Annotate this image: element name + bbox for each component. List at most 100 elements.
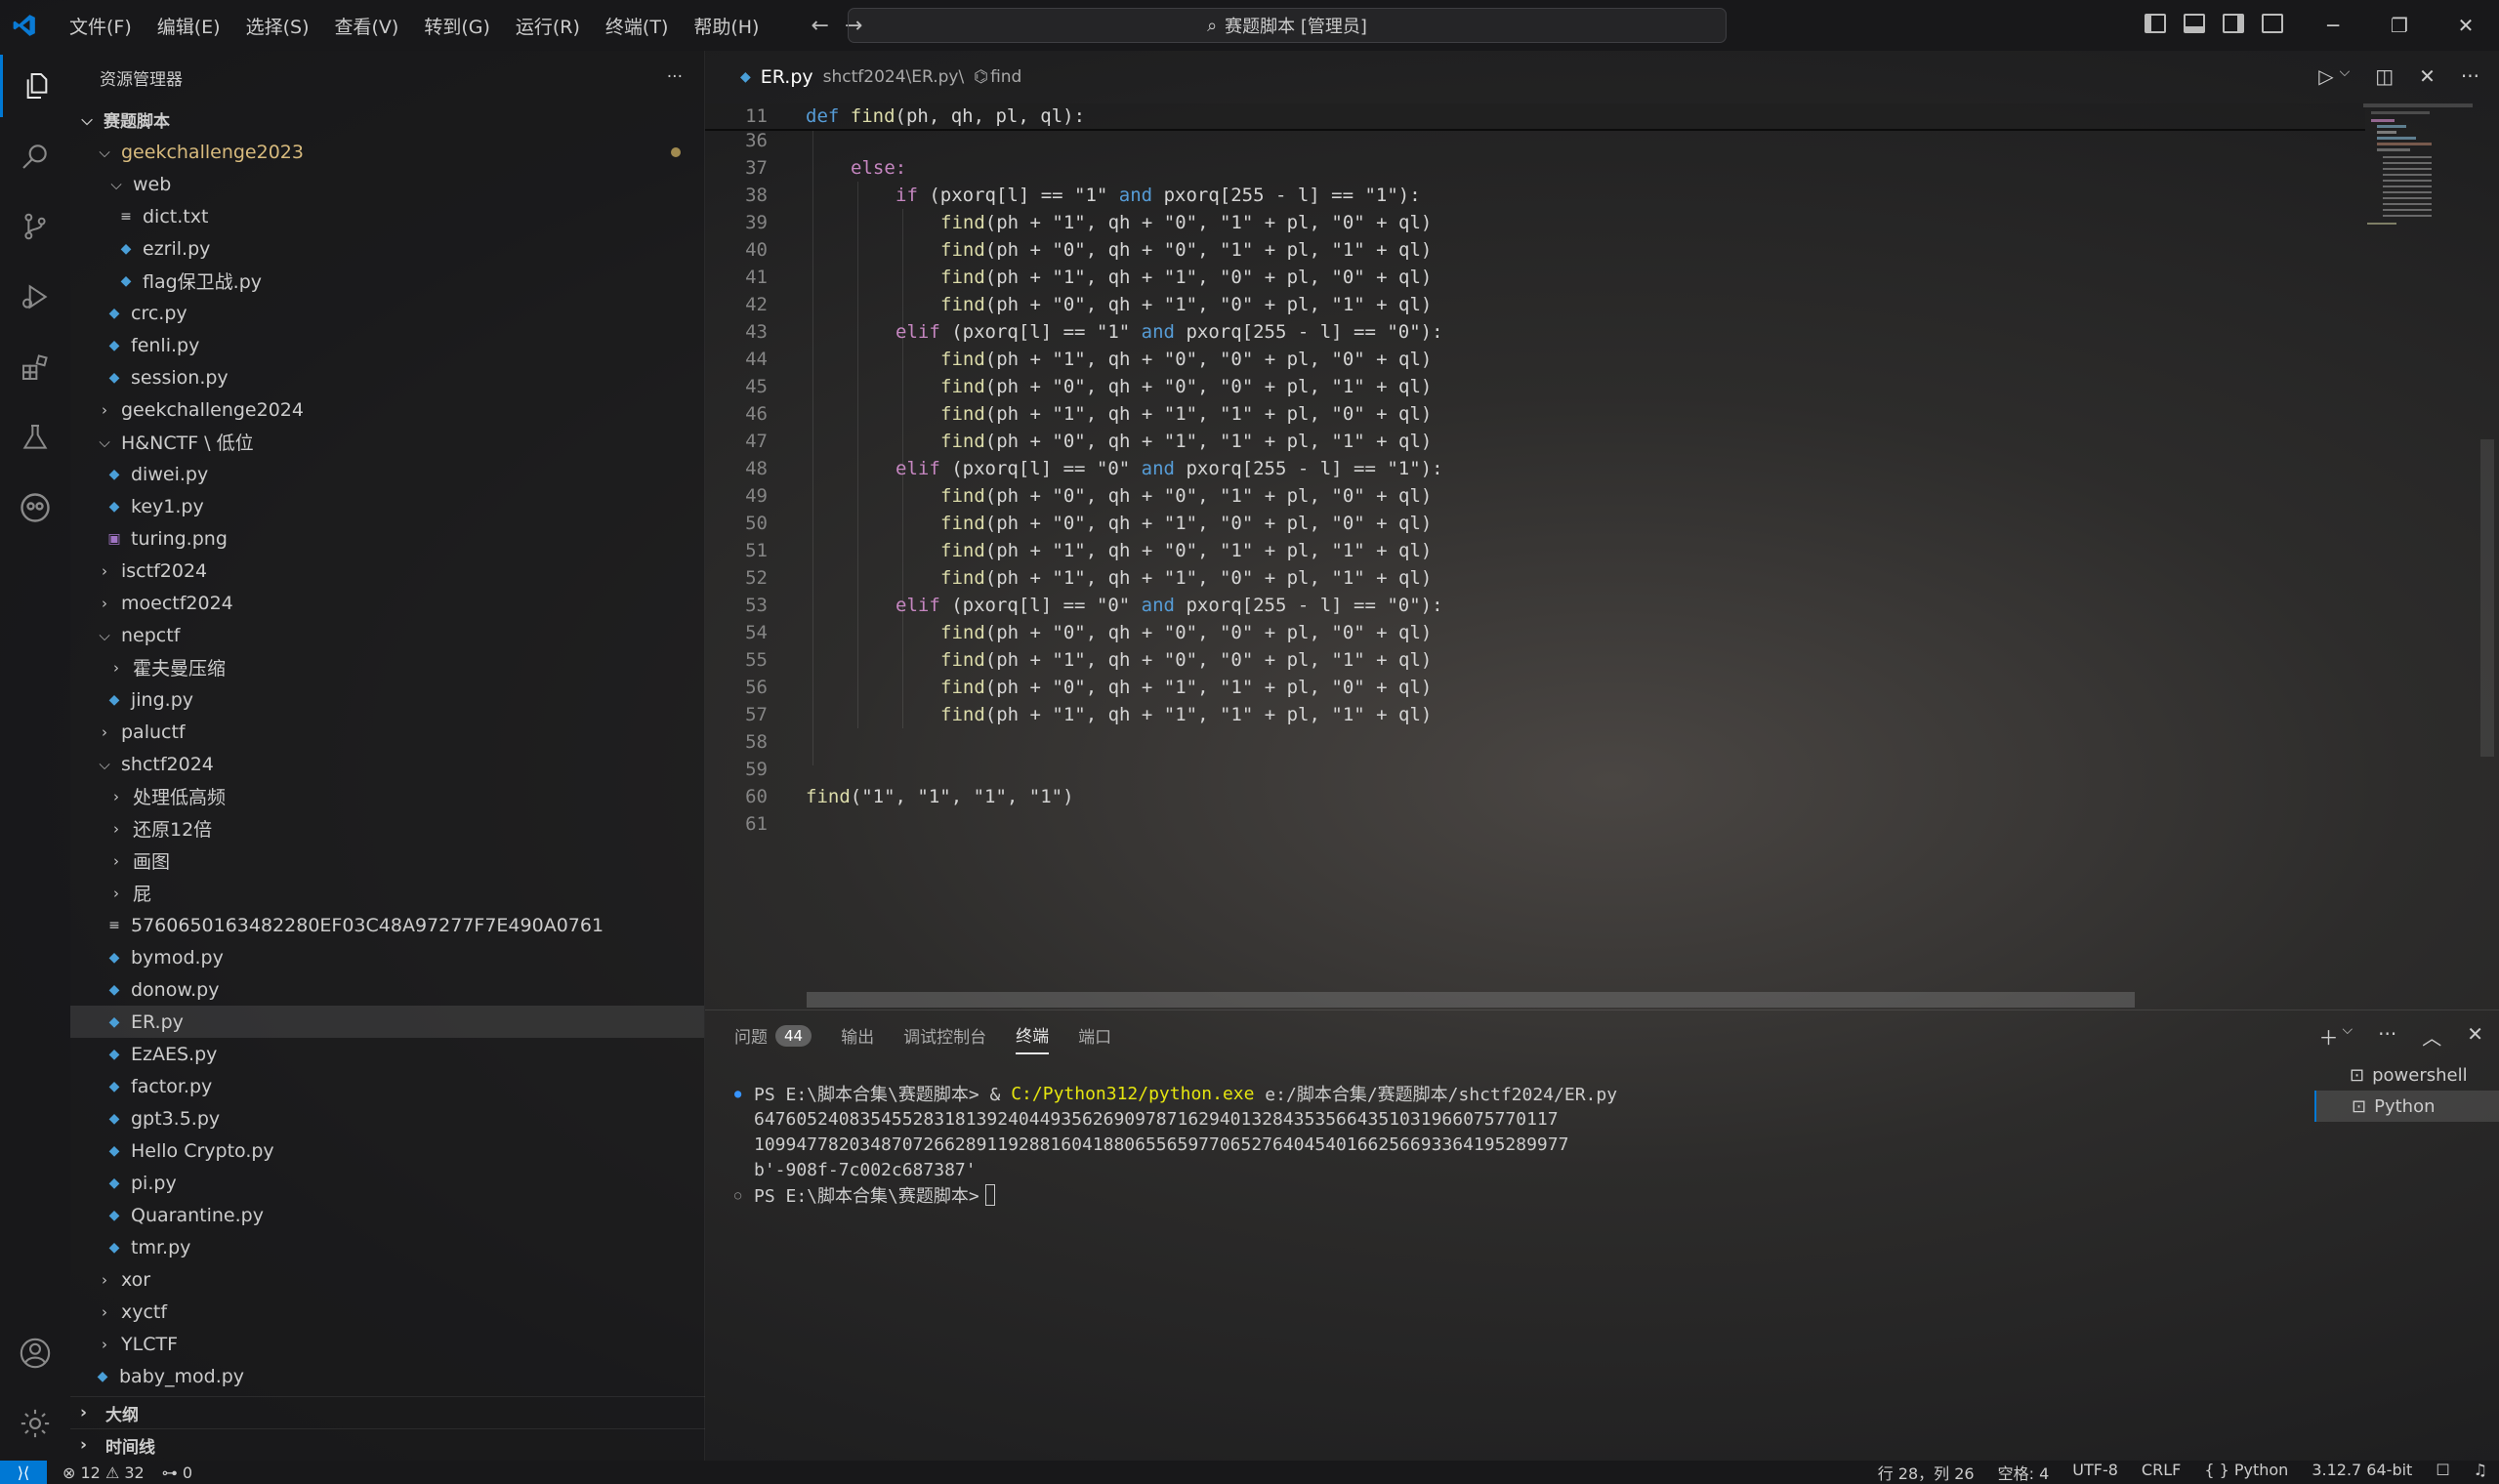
outline-section[interactable]: › 大纲: [70, 1396, 705, 1428]
file-ezril-py[interactable]: ◆ ezril.py: [70, 232, 704, 265]
code-line[interactable]: 36: [705, 127, 768, 154]
end-of-line[interactable]: CRLF: [2142, 1461, 2181, 1484]
folder-xyctf[interactable]: › xyctf: [70, 1296, 704, 1328]
code-line[interactable]: 60 find("1", "1", "1", "1"): [705, 783, 1073, 810]
workspace-root[interactable]: ⌵ 赛题脚本: [70, 103, 704, 136]
code-line[interactable]: 51 find(ph + "1", qh + "0", "1" + pl, "1…: [705, 537, 1432, 564]
folder-lowhigh[interactable]: › 处理低高频: [70, 780, 704, 812]
file-er-py[interactable]: ◆ ER.py: [70, 1006, 704, 1038]
code-line[interactable]: 38 if (pxorq[l] == "1" and pxorq[255 - l…: [705, 182, 1421, 209]
restore-icon[interactable]: ❐: [2366, 0, 2433, 51]
cursor-position[interactable]: 行 28，列 26: [1878, 1461, 1975, 1484]
folder-paluctf[interactable]: › paluctf: [70, 716, 704, 748]
folder-moectf2024[interactable]: › moectf2024: [70, 587, 704, 619]
back-arrow-icon[interactable]: ←: [811, 14, 828, 38]
folder-isctf2024[interactable]: › isctf2024: [70, 555, 704, 587]
horizontal-scrollbar[interactable]: [807, 992, 2135, 1008]
menu-view[interactable]: 查看(V): [322, 13, 412, 39]
minimize-icon[interactable]: ─: [2300, 0, 2366, 51]
code-line[interactable]: 56 find(ph + "0", qh + "1", "1" + pl, "0…: [705, 674, 1432, 701]
code-line[interactable]: 53 elif (pxorq[l] == "0" and pxorq[255 -…: [705, 592, 1442, 619]
file-bymod-py[interactable]: ◆ bymod.py: [70, 941, 704, 973]
ports-status[interactable]: ⊶ 0: [162, 1463, 192, 1482]
file-ezaes-py[interactable]: ◆ EzAES.py: [70, 1038, 704, 1070]
maximize-panel-icon[interactable]: ︿: [2422, 1022, 2441, 1051]
file-gpt35-py[interactable]: ◆ gpt3.5.py: [70, 1102, 704, 1134]
timeline-section[interactable]: › 时间线: [70, 1428, 705, 1461]
code-line[interactable]: 58: [705, 728, 768, 756]
code-line[interactable]: 50 find(ph + "0", qh + "1", "0" + pl, "0…: [705, 510, 1432, 537]
editor-more-icon[interactable]: ···: [2461, 64, 2479, 88]
folder-geekchallenge2023[interactable]: ⌵ geekchallenge2023: [70, 136, 704, 168]
tab-debug-console[interactable]: 调试控制台: [903, 1022, 986, 1054]
tab-er-py[interactable]: ◆ ER.py shctf2024\ER.py\ ⌬ find: [740, 66, 1021, 88]
minimap[interactable]: [2363, 102, 2480, 258]
menu-terminal[interactable]: 终端(T): [593, 13, 681, 39]
testing-flask-icon[interactable]: [0, 406, 70, 469]
panel-more-icon[interactable]: ···: [2378, 1022, 2396, 1051]
code-line[interactable]: 52 find(ph + "1", qh + "1", "0" + pl, "1…: [705, 564, 1432, 592]
file-dict-txt[interactable]: ≡ dict.txt: [70, 200, 704, 232]
new-terminal-plus-icon[interactable]: ＋: [2319, 1022, 2339, 1051]
split-editor-icon[interactable]: ◫: [2375, 64, 2394, 88]
code-line[interactable]: 39 find(ph + "1", qh + "0", "1" + pl, "0…: [705, 209, 1432, 236]
manage-gear-icon[interactable]: [0, 1392, 70, 1455]
file-session-py[interactable]: ◆ session.py: [70, 361, 704, 393]
file-crc-py[interactable]: ◆ crc.py: [70, 297, 704, 329]
run-debug-icon[interactable]: [0, 266, 70, 328]
notifications-bell-icon[interactable]: ♫: [2474, 1461, 2487, 1484]
file-pi-py[interactable]: ◆ pi.py: [70, 1167, 704, 1199]
indentation[interactable]: 空格: 4: [1998, 1461, 2050, 1484]
encoding[interactable]: UTF-8: [2072, 1461, 2118, 1484]
folder-nepctf[interactable]: ⌵ nepctf: [70, 619, 704, 651]
toggle-panel-icon[interactable]: [2184, 14, 2205, 33]
file-quarantine-py[interactable]: ◆ Quarantine.py: [70, 1199, 704, 1231]
file-turing-png[interactable]: ▣ turing.png: [70, 522, 704, 555]
toggle-primary-sidebar-icon[interactable]: [2145, 14, 2166, 33]
code-line[interactable]: 59: [705, 756, 768, 783]
menu-run[interactable]: 运行(R): [503, 13, 593, 39]
run-dropdown-icon[interactable]: ⌵: [2340, 64, 2351, 88]
search-icon[interactable]: [0, 125, 70, 187]
terminal-python[interactable]: ⊡ Python: [2314, 1091, 2499, 1122]
menu-edit[interactable]: 编辑(E): [145, 13, 233, 39]
file-donow-py[interactable]: ◆ donow.py: [70, 973, 704, 1006]
code-line[interactable]: 40 find(ph + "0", qh + "0", "1" + pl, "1…: [705, 236, 1432, 264]
language-mode[interactable]: { } Python: [2204, 1461, 2288, 1484]
code-line[interactable]: 37 else:: [705, 154, 906, 182]
terminal-dropdown-icon[interactable]: ⌵: [2343, 1022, 2353, 1051]
toggle-secondary-sidebar-icon[interactable]: [2223, 14, 2244, 33]
file-fenli-py[interactable]: ◆ fenli.py: [70, 329, 704, 361]
tab-terminal[interactable]: 终端: [1016, 1022, 1050, 1054]
code-line[interactable]: 57 find(ph + "1", qh + "1", "1" + pl, "1…: [705, 701, 1432, 728]
explorer-icon[interactable]: [0, 55, 70, 117]
folder-xor[interactable]: › xor: [70, 1263, 704, 1296]
tab-output[interactable]: 输出: [841, 1022, 874, 1054]
file-tmr-py[interactable]: ◆ tmr.py: [70, 1231, 704, 1263]
file-hello-crypto-py[interactable]: ◆ Hello Crypto.py: [70, 1134, 704, 1167]
sticky-scroll-line[interactable]: 11 def find(ph, qh, pl, ql):: [705, 103, 2365, 131]
accounts-icon[interactable]: [0, 1322, 70, 1384]
folder-huffman[interactable]: › 霍夫曼压缩: [70, 651, 704, 683]
file-key1-py[interactable]: ◆ key1.py: [70, 490, 704, 522]
file-flag-py[interactable]: ◆ flag保卫战.py: [70, 265, 704, 297]
file-jing-py[interactable]: ◆ jing.py: [70, 683, 704, 716]
file-baby-mod-py[interactable]: ◆ baby_mod.py: [70, 1360, 704, 1392]
code-line[interactable]: 49 find(ph + "0", qh + "0", "1" + pl, "0…: [705, 482, 1432, 510]
code-line[interactable]: 44 find(ph + "1", qh + "0", "0" + pl, "0…: [705, 346, 1432, 373]
code-line[interactable]: 45 find(ph + "0", qh + "0", "0" + pl, "1…: [705, 373, 1432, 400]
code-line[interactable]: 48 elif (pxorq[l] == "0" and pxorq[255 -…: [705, 455, 1442, 482]
remote-indicator-icon[interactable]: ⟩⟨: [0, 1461, 47, 1484]
code-line[interactable]: 46 find(ph + "1", qh + "1", "1" + pl, "0…: [705, 400, 1432, 428]
customize-layout-icon[interactable]: [2262, 14, 2283, 33]
folder-hnctf[interactable]: ⌵ H&NCTF \ 低位: [70, 426, 704, 458]
folder-restore12[interactable]: › 还原12倍: [70, 812, 704, 845]
problems-status[interactable]: ⊗ 12 ⚠ 32: [62, 1463, 145, 1482]
code-line[interactable]: 41 find(ph + "1", qh + "1", "0" + pl, "0…: [705, 264, 1432, 291]
run-python-icon[interactable]: ▷: [2318, 64, 2333, 88]
code-line[interactable]: 61: [705, 810, 768, 838]
code-line[interactable]: 42 find(ph + "0", qh + "1", "0" + pl, "1…: [705, 291, 1432, 318]
feedback-icon[interactable]: ☐: [2436, 1461, 2449, 1484]
close-panel-icon[interactable]: ✕: [2467, 1022, 2483, 1051]
breadcrumb-symbol[interactable]: find: [990, 67, 1021, 87]
